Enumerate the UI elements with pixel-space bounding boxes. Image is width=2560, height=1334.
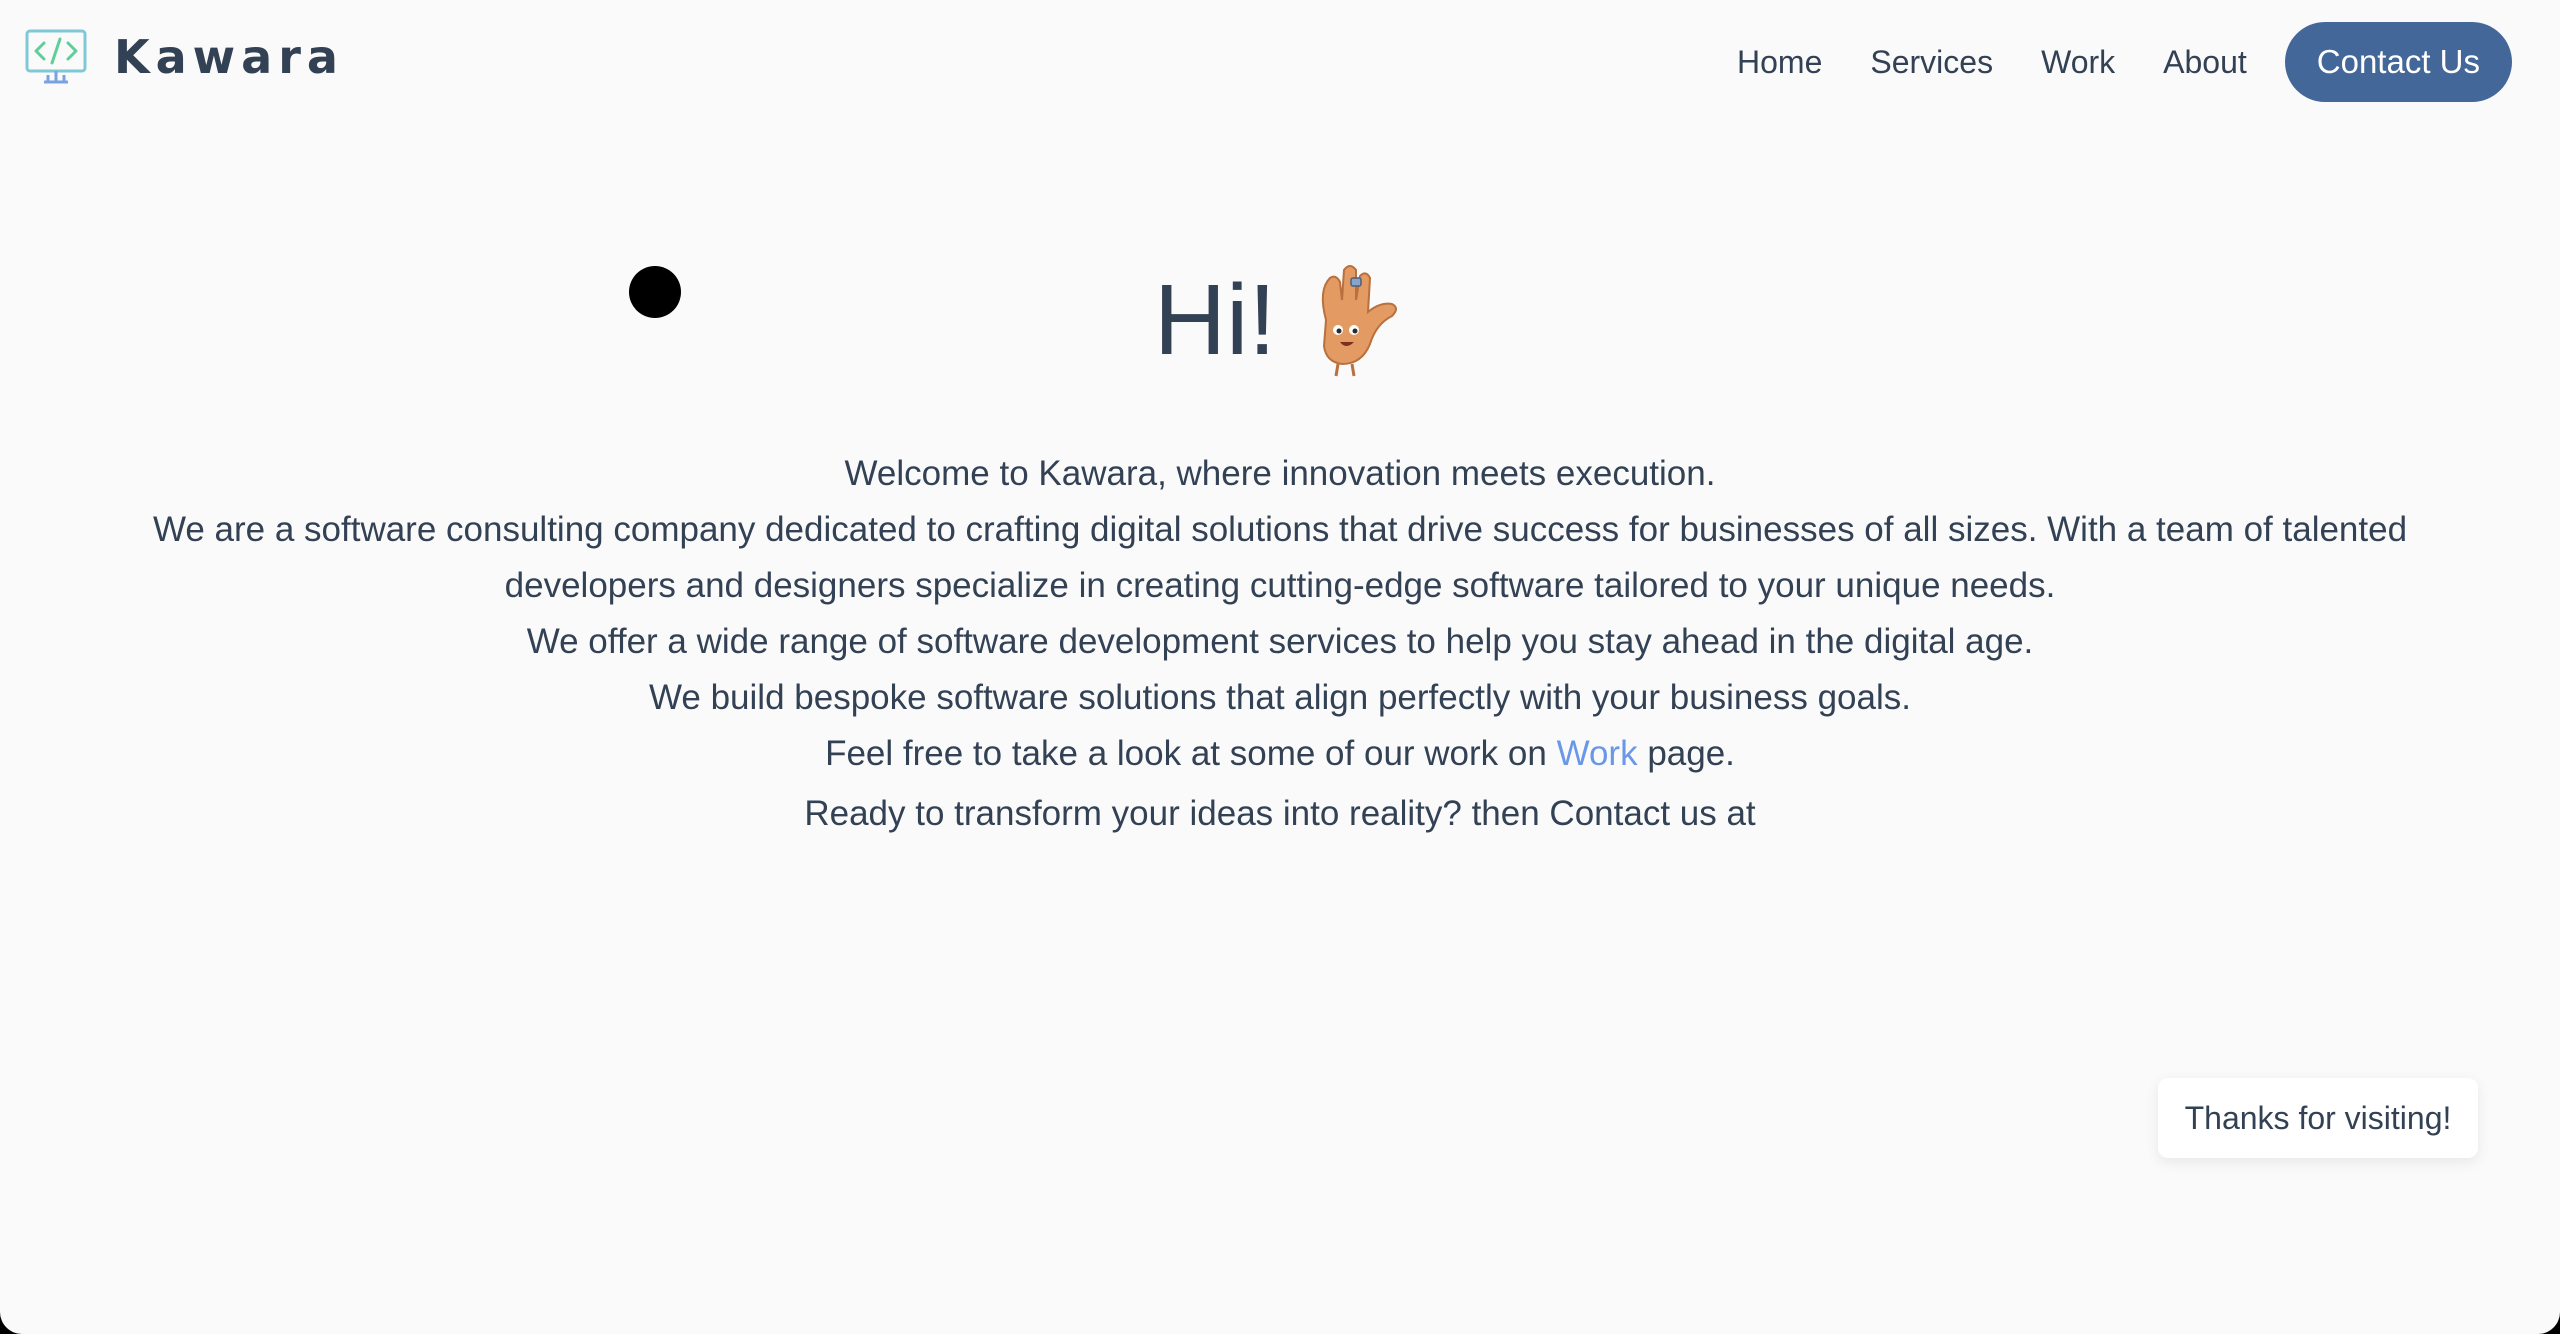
thanks-toast: Thanks for visiting! [2158,1078,2478,1158]
intro-line-services: We offer a wide range of software develo… [526,622,2034,661]
code-monitor-icon [25,29,87,84]
page: Kawara Home Services Work About Contact … [0,0,2560,1334]
intro-line-work: Feel free to take a look at some of our … [100,726,2460,782]
nav-about[interactable]: About [2163,44,2247,81]
main-nav: Home Services Work About Contact Us [1737,22,2512,102]
work-line-before: Feel free to take a look at some of our … [825,734,1557,773]
nav-home[interactable]: Home [1737,44,1822,81]
hero-title: Hi! [1154,250,1406,390]
work-line-after: page. [1637,734,1735,773]
brand-name: Kawara [114,30,344,84]
intro-line-about: We are a software consulting company ded… [152,510,2408,605]
waving-hand-icon [1321,265,1398,377]
toast-message: Thanks for visiting! [2184,1099,2452,1136]
nav-services[interactable]: Services [1870,44,1993,81]
site-header: Kawara Home Services Work About Contact … [0,0,2560,124]
intro-text: Welcome to Kawara, where innovation meet… [100,446,2460,842]
work-link[interactable]: Work [1557,734,1638,773]
hero-title-text: Hi! [1153,264,1277,376]
contact-us-button[interactable]: Contact Us [2284,22,2512,102]
nav-work[interactable]: Work [2041,44,2115,81]
intro-line-welcome: Welcome to Kawara, where innovation meet… [844,454,1716,493]
intro-line-goals: We build bespoke software solutions that… [649,678,1911,717]
brand-logo[interactable]: Kawara [24,22,344,92]
hero-section: Hi! [0,250,2560,390]
intro-line-contact: Ready to transform your ideas into reali… [804,794,1756,833]
